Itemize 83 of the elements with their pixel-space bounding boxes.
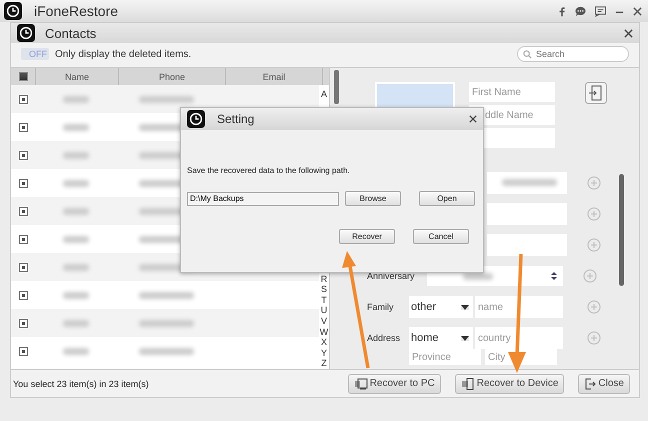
browse-button[interactable]: Browse — [345, 191, 401, 206]
select-all-checkbox[interactable] — [18, 72, 28, 82]
type-dropdown[interactable]: other — [409, 296, 473, 318]
text-field[interactable] — [487, 234, 567, 256]
recover-button[interactable]: Recover — [339, 229, 395, 244]
blurred-phone — [139, 292, 194, 299]
exit-icon — [584, 378, 596, 390]
blurred-phone — [139, 348, 194, 355]
row-checkbox[interactable] — [18, 290, 28, 300]
blurred-name — [63, 124, 89, 131]
recover-button[interactable]: Recover to PC — [348, 374, 441, 394]
facebook-icon[interactable] — [558, 6, 566, 16]
index-letter[interactable]: S — [320, 284, 327, 295]
index-letter[interactable]: R — [320, 274, 328, 284]
index-letter[interactable]: T — [321, 294, 327, 306]
chat-icon[interactable] — [575, 6, 586, 16]
caret-icon — [461, 336, 469, 340]
search-field[interactable]: Search — [517, 46, 629, 62]
text-field[interactable] — [487, 172, 567, 194]
blurred-name — [63, 152, 89, 159]
blurred-name — [63, 320, 89, 327]
computer-icon — [354, 378, 368, 390]
name-field[interactable]: name — [475, 296, 563, 318]
province-field[interactable]: Province — [409, 349, 481, 365]
blurred-name — [63, 236, 89, 243]
index-letter[interactable]: U — [320, 305, 328, 316]
field-label: Family — [367, 302, 394, 312]
blurred-name — [63, 292, 89, 299]
dialog-message: Save the recovered data to the following path. — [187, 166, 351, 175]
feedback-icon[interactable] — [595, 6, 606, 16]
dialog-title: Setting — [217, 112, 254, 126]
index-letter[interactable]: W — [320, 326, 328, 338]
field-label: Anniversary — [367, 271, 415, 281]
close-icon[interactable] — [469, 115, 477, 123]
row-checkbox[interactable] — [18, 178, 28, 188]
blurred-name — [63, 96, 89, 103]
type-dropdown[interactable]: home — [409, 327, 473, 349]
open-button[interactable]: Open — [419, 191, 475, 206]
blurred-text — [462, 272, 493, 280]
index-letter[interactable]: X — [320, 337, 327, 348]
index-letter[interactable]: Z — [321, 358, 327, 369]
text-field[interactable] — [487, 203, 567, 225]
spinner-icon[interactable] — [550, 271, 557, 281]
row-checkbox[interactable] — [18, 150, 28, 160]
clock-logo-icon — [4, 2, 22, 20]
path-field[interactable]: D:\My Backups — [187, 192, 339, 206]
name-field[interactable]: First Name — [469, 82, 555, 102]
panel-title: Contacts — [45, 26, 96, 40]
index-letter[interactable]: A — [320, 89, 327, 100]
row-checkbox[interactable] — [18, 318, 28, 328]
blurred-text — [502, 179, 557, 186]
clock-logo-icon — [17, 24, 35, 42]
blurred-name — [63, 180, 89, 187]
row-checkbox[interactable] — [18, 262, 28, 272]
index-letter[interactable]: V — [320, 316, 327, 327]
cancel-button[interactable]: Cancel — [413, 229, 469, 244]
blurred-name — [63, 208, 89, 215]
row-checkbox[interactable] — [18, 206, 28, 216]
close-icon[interactable] — [624, 28, 633, 38]
row-checkbox[interactable] — [18, 122, 28, 132]
field-label: Address — [367, 333, 402, 343]
export-icon[interactable] — [585, 82, 607, 104]
recover-button[interactable]: Recover to Device — [454, 374, 564, 394]
row-checkbox[interactable] — [18, 94, 28, 104]
clock-logo-icon — [187, 110, 205, 128]
caret-icon — [461, 304, 469, 310]
row-checkbox[interactable] — [18, 346, 28, 356]
blurred-name — [63, 264, 89, 271]
blurred-name — [63, 348, 89, 355]
row-checkbox[interactable] — [18, 234, 28, 244]
country-field[interactable]: country — [475, 327, 563, 349]
scrollbar-thumb[interactable] — [619, 174, 624, 286]
blurred-phone — [139, 96, 194, 103]
filter-label: Only display the deleted items. — [55, 48, 192, 60]
index-letter[interactable]: Y — [320, 348, 327, 358]
close-icon[interactable] — [633, 6, 642, 16]
search-icon — [523, 50, 532, 59]
scrollbar-thumb[interactable] — [334, 70, 339, 104]
close-button[interactable]: Close — [578, 374, 630, 394]
phone-icon — [460, 378, 475, 390]
status-text: You select 23 item(s) in 23 item(s) — [13, 378, 149, 388]
blurred-phone — [139, 320, 194, 327]
app-title: iFoneRestore — [34, 3, 118, 19]
